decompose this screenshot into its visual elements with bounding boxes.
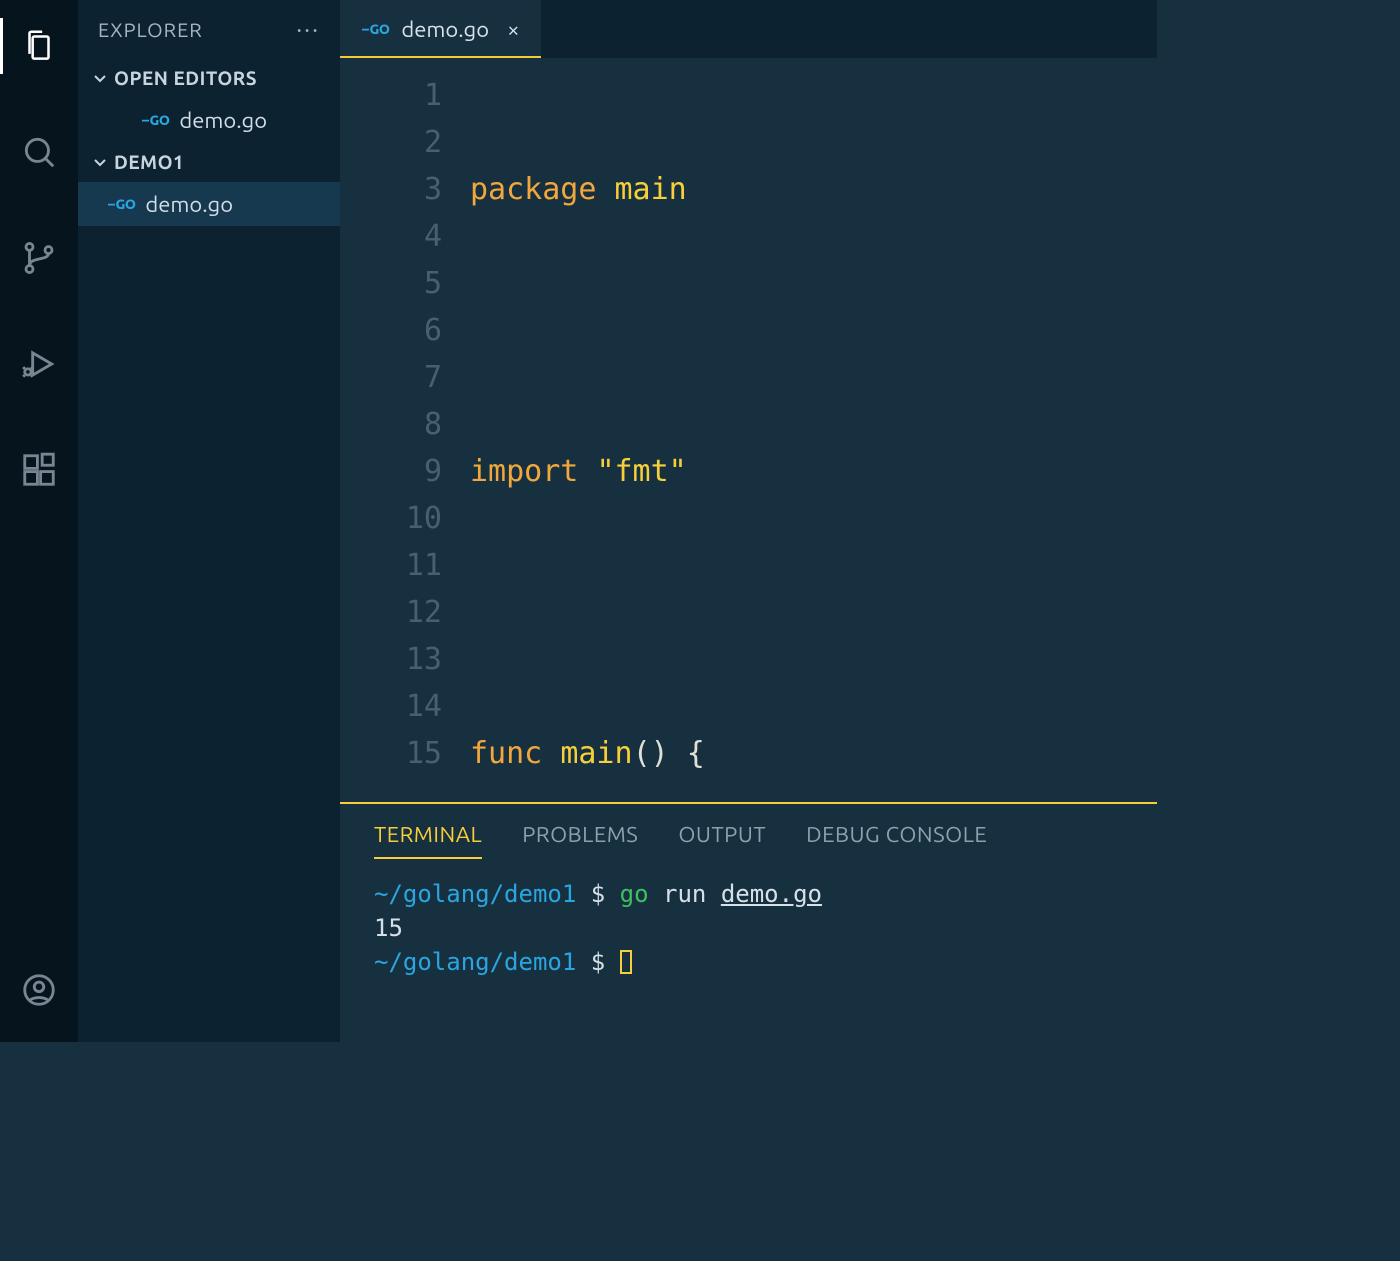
code-token: main bbox=[615, 172, 687, 207]
close-icon[interactable]: × bbox=[507, 17, 519, 42]
editor-tab[interactable]: GO demo.go × bbox=[340, 0, 541, 58]
explorer-title-row: EXPLORER ··· bbox=[78, 0, 340, 58]
panel-tabs: TERMINAL PROBLEMS OUTPUT DEBUG CONSOLE bbox=[340, 804, 1157, 859]
line-number: 4 bbox=[340, 213, 442, 260]
chevron-down-icon bbox=[92, 70, 108, 86]
activity-run-debug[interactable] bbox=[0, 336, 78, 392]
terminal-cmd: demo.go bbox=[721, 880, 822, 908]
play-bug-icon bbox=[20, 345, 58, 383]
line-number: 15 bbox=[340, 730, 442, 777]
panel-tab-problems[interactable]: PROBLEMS bbox=[522, 822, 638, 859]
code-token: "fmt" bbox=[596, 454, 686, 489]
folder-label: DEMO1 bbox=[114, 151, 184, 173]
terminal-cmd: run bbox=[663, 880, 706, 908]
open-editors-item[interactable]: GO demo.go bbox=[78, 98, 340, 142]
line-number-gutter: 123456789101112131415 bbox=[340, 58, 470, 802]
open-editors-header[interactable]: OPEN EDITORS bbox=[78, 58, 340, 98]
open-editors-label: OPEN EDITORS bbox=[114, 67, 257, 89]
line-number: 14 bbox=[340, 683, 442, 730]
line-number: 11 bbox=[340, 542, 442, 589]
code-token: main bbox=[560, 736, 632, 771]
line-number: 5 bbox=[340, 260, 442, 307]
line-number: 13 bbox=[340, 636, 442, 683]
go-icon: GO bbox=[108, 196, 135, 212]
terminal[interactable]: ~/golang/demo1 $ go run demo.go 15 ~/gol… bbox=[340, 859, 1157, 1042]
terminal-cursor bbox=[620, 950, 632, 974]
extensions-icon bbox=[20, 451, 58, 489]
editor-tab-label: demo.go bbox=[401, 17, 489, 42]
line-number: 10 bbox=[340, 495, 442, 542]
chevron-down-icon bbox=[92, 154, 108, 170]
terminal-line: ~/golang/demo1 $ go run demo.go bbox=[374, 877, 1123, 911]
line-number: 9 bbox=[340, 448, 442, 495]
activity-search[interactable] bbox=[0, 124, 78, 180]
line-number: 1 bbox=[340, 72, 442, 119]
line-number: 8 bbox=[340, 401, 442, 448]
bottom-panel: TERMINAL PROBLEMS OUTPUT DEBUG CONSOLE ~… bbox=[340, 802, 1157, 1042]
line-number: 7 bbox=[340, 354, 442, 401]
code-editor[interactable]: 123456789101112131415 package main impor… bbox=[340, 58, 1157, 802]
folder-header[interactable]: DEMO1 bbox=[78, 142, 340, 182]
activity-source-control[interactable] bbox=[0, 230, 78, 286]
explorer-sidebar: EXPLORER ··· OPEN EDITORS GO demo.go DEM… bbox=[78, 0, 340, 1042]
search-icon bbox=[20, 133, 58, 171]
activity-explorer[interactable] bbox=[0, 18, 78, 74]
go-icon: GO bbox=[142, 112, 169, 128]
line-number: 6 bbox=[340, 307, 442, 354]
code-token: () { bbox=[633, 736, 705, 771]
line-number: 3 bbox=[340, 166, 442, 213]
terminal-line: ~/golang/demo1 $ bbox=[374, 945, 1123, 979]
file-tree-item-label: demo.go bbox=[145, 192, 233, 217]
line-number: 2 bbox=[340, 119, 442, 166]
file-tree-item[interactable]: GO demo.go bbox=[78, 182, 340, 226]
files-icon bbox=[20, 27, 58, 65]
code-content[interactable]: package main import "fmt" func main() { … bbox=[470, 58, 1157, 802]
activity-account[interactable] bbox=[0, 962, 78, 1018]
editor-tabs: GO demo.go × bbox=[340, 0, 1157, 58]
panel-tab-debug-console[interactable]: DEBUG CONSOLE bbox=[806, 822, 987, 859]
panel-tab-terminal[interactable]: TERMINAL bbox=[374, 822, 482, 859]
line-number: 12 bbox=[340, 589, 442, 636]
terminal-output: 15 bbox=[374, 911, 1123, 945]
go-icon: GO bbox=[362, 21, 389, 37]
terminal-cwd: ~/golang/demo1 bbox=[374, 948, 576, 976]
code-token: package bbox=[470, 172, 596, 207]
terminal-cwd: ~/golang/demo1 bbox=[374, 880, 576, 908]
code-token: func bbox=[470, 736, 542, 771]
activity-extensions[interactable] bbox=[0, 442, 78, 498]
activity-bar bbox=[0, 0, 78, 1042]
explorer-title: EXPLORER bbox=[98, 18, 203, 41]
terminal-cmd: go bbox=[620, 880, 649, 908]
terminal-prompt: $ bbox=[591, 948, 605, 976]
open-editors-item-label: demo.go bbox=[179, 108, 267, 133]
editor-group: GO demo.go × 123456789101112131415 packa… bbox=[340, 0, 1157, 1042]
account-icon bbox=[20, 971, 58, 1009]
code-token: import bbox=[470, 454, 578, 489]
explorer-more-icon[interactable]: ··· bbox=[296, 16, 320, 43]
branch-icon bbox=[20, 239, 58, 277]
panel-tab-output[interactable]: OUTPUT bbox=[678, 822, 766, 859]
terminal-prompt: $ bbox=[591, 880, 605, 908]
